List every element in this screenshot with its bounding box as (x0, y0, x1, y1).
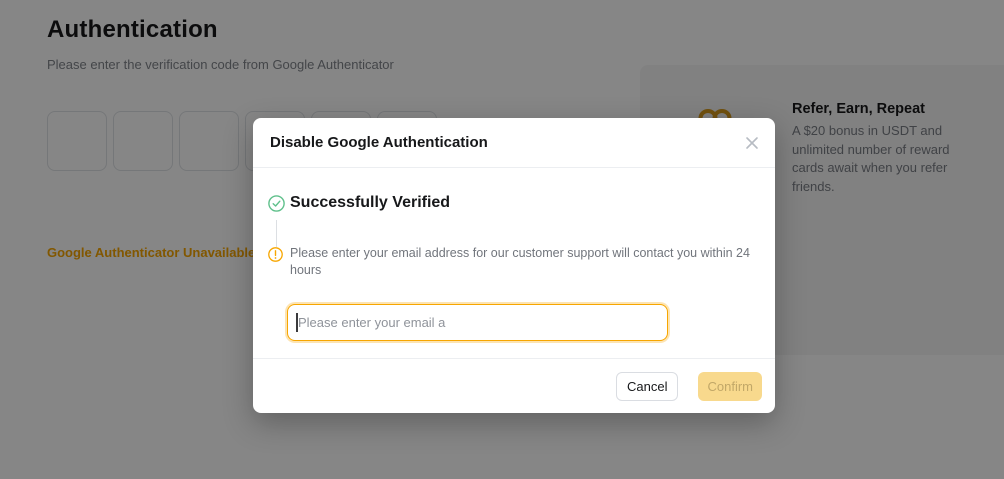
cancel-button[interactable]: Cancel (616, 372, 678, 401)
warning-circle-icon (268, 247, 283, 262)
disable-google-auth-modal: Disable Google Authentication Successful… (253, 118, 775, 413)
check-circle-icon (268, 195, 285, 212)
email-field-wrap (287, 304, 668, 341)
modal-footer: Cancel Confirm (253, 358, 775, 413)
modal-title: Disable Google Authentication (270, 118, 488, 168)
close-icon[interactable] (743, 134, 761, 152)
confirm-button[interactable]: Confirm (698, 372, 762, 401)
text-caret (296, 313, 298, 332)
modal-header: Disable Google Authentication (253, 118, 775, 168)
email-instruction-text: Please enter your email address for our … (290, 245, 762, 279)
email-field[interactable] (287, 304, 668, 341)
step-connector-line (276, 220, 277, 247)
success-step-label: Successfully Verified (290, 194, 450, 212)
